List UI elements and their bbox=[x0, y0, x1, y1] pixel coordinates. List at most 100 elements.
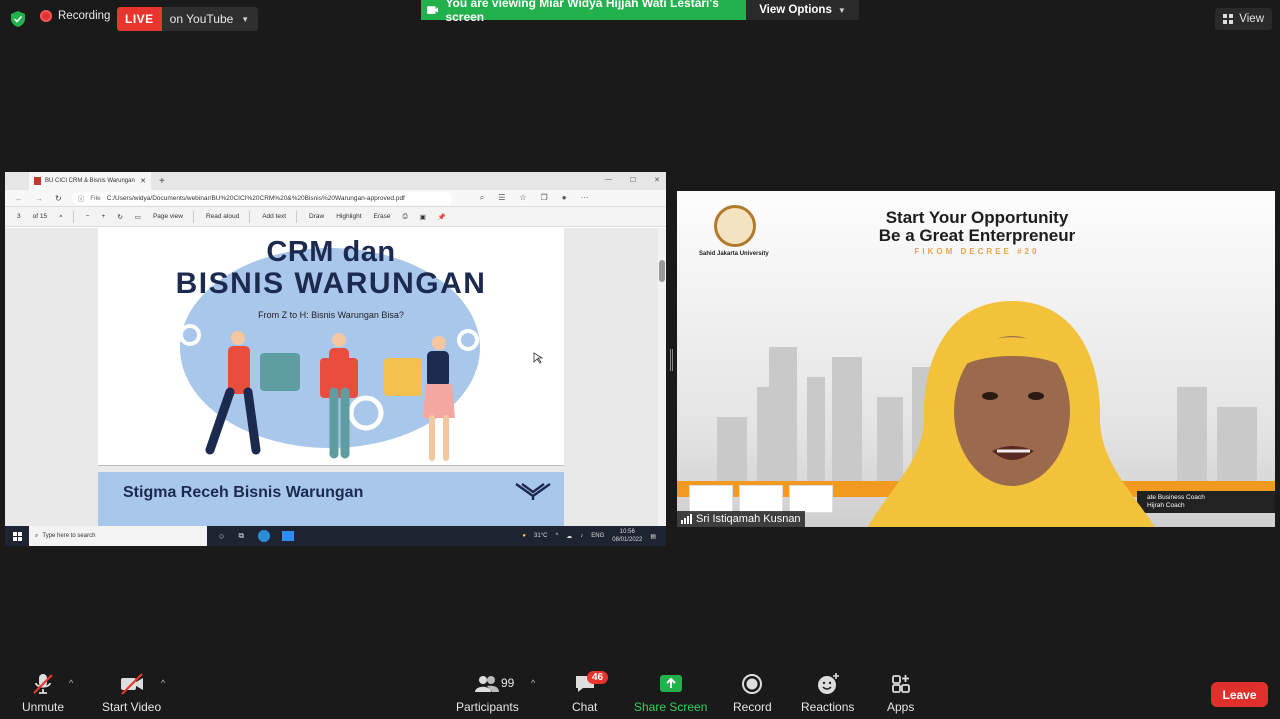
start-video-label: Start Video bbox=[102, 700, 162, 714]
chat-label: Chat bbox=[572, 700, 598, 714]
view-options-button[interactable]: View Options ▼ bbox=[746, 0, 859, 20]
participants-icon bbox=[475, 676, 500, 692]
page-total: of 15 bbox=[32, 213, 48, 220]
clock-date: 08/01/2022 bbox=[612, 537, 643, 543]
university-name: Sahid Jakarta University bbox=[699, 251, 769, 257]
favorites-icon[interactable]: ☆ bbox=[519, 193, 526, 203]
event-headline-line1: Start Your Opportunity bbox=[885, 208, 1069, 227]
people-puzzle-illustration bbox=[179, 324, 479, 461]
stream-target[interactable]: on YouTube ▼ bbox=[161, 7, 259, 31]
live-stream-dropdown[interactable]: LIVE on YouTube ▼ bbox=[117, 7, 259, 31]
language-indicator[interactable]: ENG bbox=[591, 533, 604, 539]
smiley-reaction-icon bbox=[817, 673, 839, 694]
cortana-icon[interactable]: ○ bbox=[219, 531, 224, 541]
draw-button[interactable]: Draw bbox=[309, 213, 324, 220]
windows-taskbar: ⌕ Type here to search ○ ⧉ ● 31°C ^ ☁ ♪ E… bbox=[5, 526, 666, 546]
view-button[interactable]: View bbox=[1215, 8, 1272, 30]
fit-icon[interactable]: ▭ bbox=[135, 213, 141, 221]
pdf-scrollbar[interactable] bbox=[658, 228, 666, 526]
viewing-share-banner: You are viewing Miar Widya Hijjah Wati L… bbox=[421, 0, 746, 24]
read-aloud-button[interactable]: Read aloud bbox=[206, 213, 239, 220]
read-mode-icon[interactable]: ☰ bbox=[498, 193, 505, 203]
share-screen-arrow-icon bbox=[659, 675, 682, 692]
zoom-app-icon[interactable] bbox=[282, 531, 295, 541]
video-options-chevron-icon[interactable]: ^ bbox=[161, 678, 165, 688]
meeting-topbar: Recording LIVE on YouTube ▼ You are view… bbox=[0, 0, 1280, 38]
participants-options-chevron-icon[interactable]: ^ bbox=[531, 678, 535, 688]
close-window-icon[interactable]: ✕ bbox=[654, 176, 660, 184]
print-icon[interactable]: ⎙ bbox=[403, 213, 408, 221]
back-icon[interactable]: ← bbox=[15, 194, 23, 203]
share-screen-button[interactable]: Share Screen bbox=[634, 672, 707, 714]
page-view-button[interactable]: Page view bbox=[153, 213, 183, 220]
profile-icon[interactable]: ● bbox=[562, 193, 567, 203]
edge-browser-icon[interactable] bbox=[258, 530, 271, 542]
browser-nav: ← → ↻ bbox=[5, 194, 72, 203]
save-icon[interactable]: ▣ bbox=[420, 213, 426, 221]
zoom-icon[interactable]: ⌕ bbox=[480, 193, 484, 203]
chat-unread-badge: 46 bbox=[587, 671, 609, 684]
zoom-in-icon[interactable]: + bbox=[102, 213, 106, 220]
apps-icon bbox=[891, 675, 910, 693]
stream-target-label: on YouTube bbox=[169, 12, 234, 26]
view-label: View bbox=[1239, 13, 1264, 25]
record-button[interactable]: Record bbox=[733, 672, 772, 714]
unmute-button[interactable]: Unmute bbox=[22, 672, 64, 714]
windows-start-icon[interactable] bbox=[5, 531, 29, 541]
event-headline: Start Your Opportunity Be a Great Enterp… bbox=[827, 209, 1127, 245]
recording-indicator[interactable]: Recording bbox=[40, 10, 110, 22]
page-number-input[interactable]: 3 bbox=[17, 213, 21, 220]
more-icon[interactable]: ··· bbox=[581, 193, 589, 203]
pin-icon[interactable]: 📌 bbox=[438, 213, 446, 221]
taskbar-clock[interactable]: 10:56 08/01/2022 bbox=[612, 528, 642, 544]
collections-icon[interactable]: ❐ bbox=[541, 193, 548, 203]
rotate-icon[interactable]: ↻ bbox=[117, 213, 122, 221]
screen-share-icon bbox=[427, 6, 439, 14]
security-shield-icon[interactable] bbox=[11, 11, 25, 27]
record-icon bbox=[742, 674, 763, 694]
reactions-label: Reactions bbox=[801, 700, 855, 714]
browser-address-row: ← → ↻ ⓘ File C:/Users/widya/Documents/we… bbox=[5, 190, 666, 207]
erase-button[interactable]: Erase bbox=[374, 213, 391, 220]
start-video-button[interactable]: Start Video bbox=[102, 672, 161, 714]
recording-label: Recording bbox=[58, 10, 111, 22]
leave-meeting-button[interactable]: Leave bbox=[1211, 682, 1268, 707]
weather-icon[interactable]: ● bbox=[522, 533, 526, 539]
record-dot-icon bbox=[40, 10, 52, 22]
apps-button[interactable]: Apps bbox=[887, 672, 914, 714]
speaker-video-tile[interactable]: Sahid Jakarta University Start Your Oppo… bbox=[677, 191, 1275, 527]
refresh-icon[interactable]: ↻ bbox=[55, 194, 62, 203]
record-label: Record bbox=[733, 700, 772, 714]
clock-time: 10:56 bbox=[619, 529, 635, 535]
maximize-icon[interactable]: ☐ bbox=[630, 176, 636, 184]
live-badge: LIVE bbox=[117, 7, 162, 31]
highlight-button[interactable]: Highlight bbox=[336, 213, 361, 220]
forward-icon[interactable]: → bbox=[35, 194, 43, 203]
shared-screen[interactable]: BU CICI CRM & Bisnis Warungan ✕ + — ☐ ✕ … bbox=[5, 172, 666, 546]
tray-chevron-icon[interactable]: ^ bbox=[555, 533, 558, 539]
audio-options-chevron-icon[interactable]: ^ bbox=[69, 678, 73, 688]
address-bar[interactable]: ⓘ File C:/Users/widya/Documents/webinar/… bbox=[71, 191, 452, 205]
add-text-button[interactable]: Add text bbox=[262, 213, 286, 220]
signal-strength-icon bbox=[681, 514, 692, 524]
taskbar-search[interactable]: ⌕ Type here to search bbox=[29, 526, 207, 546]
meeting-toolbar: Unmute ^ Start Video ^ Participants 99 ^… bbox=[0, 666, 1280, 719]
close-tab-icon[interactable]: ✕ bbox=[140, 177, 146, 185]
mouse-cursor-icon bbox=[533, 352, 543, 364]
notification-icon[interactable]: ▤ bbox=[650, 533, 656, 540]
event-headline-line2: Be a Great Enterpreneur bbox=[878, 226, 1076, 245]
zoom-out-icon[interactable]: − bbox=[86, 213, 90, 220]
pdf-document-area[interactable]: CRM dan BISNIS WARUNGAN From Z to H: Bis… bbox=[5, 228, 666, 526]
reactions-button[interactable]: Reactions bbox=[801, 672, 854, 714]
search-icon[interactable]: ⌕ bbox=[59, 213, 63, 221]
new-tab-icon[interactable]: + bbox=[159, 176, 165, 187]
minimize-icon[interactable]: — bbox=[605, 176, 612, 184]
split-resize-handle[interactable] bbox=[670, 349, 673, 371]
browser-tab[interactable]: BU CICI CRM & Bisnis Warungan ✕ bbox=[29, 172, 151, 190]
network-icon[interactable]: ☁ bbox=[566, 533, 572, 540]
volume-icon[interactable]: ♪ bbox=[580, 533, 583, 539]
info-icon: ⓘ bbox=[77, 196, 85, 203]
pdf-page-next-slide: Stigma Receh Bisnis Warungan bbox=[98, 472, 564, 526]
task-view-icon[interactable]: ⧉ bbox=[238, 531, 244, 541]
pdf-file-icon bbox=[34, 177, 41, 185]
